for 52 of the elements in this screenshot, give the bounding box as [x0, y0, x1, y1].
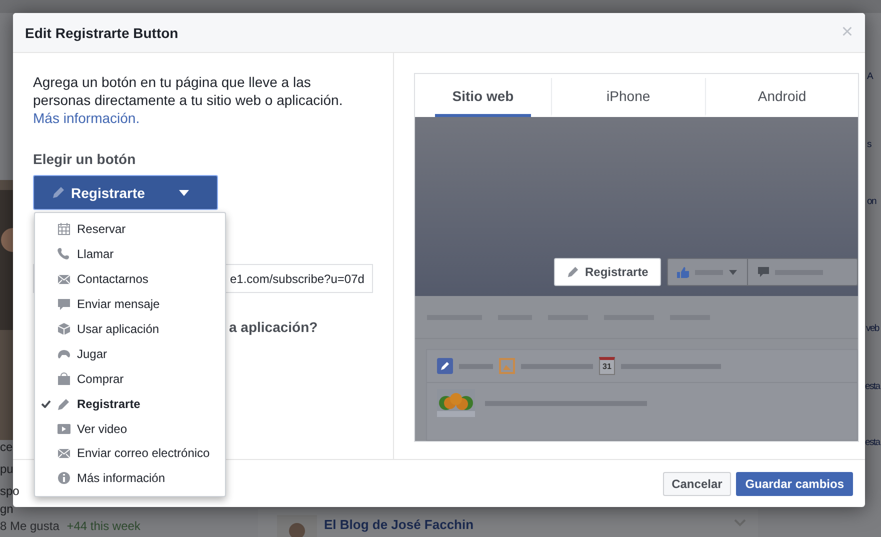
caret-icon [179, 190, 189, 196]
menu-item[interactable]: Ver video [35, 416, 225, 442]
bag-icon [57, 372, 71, 386]
menu-item[interactable]: Comprar [35, 366, 225, 392]
likes-count: 8 Me gusta [0, 519, 60, 533]
menu-item[interactable]: Jugar [35, 341, 225, 366]
background-text: s [867, 138, 871, 152]
check-icon [41, 400, 51, 408]
play-icon [57, 422, 71, 436]
chevron-icon[interactable] [734, 519, 746, 527]
caret-icon [729, 270, 738, 274]
speech-bubble-icon [758, 267, 770, 277]
question-text: a aplicación? [229, 319, 318, 335]
background-text: A [867, 70, 873, 84]
background-text: on [867, 195, 876, 209]
pencil-icon [567, 266, 579, 278]
menu-item[interactable]: Contactarnos [35, 266, 225, 292]
phone-icon [57, 247, 71, 262]
background-text: esta [865, 380, 880, 394]
save-button[interactable]: Guardar cambios [736, 472, 853, 496]
background-text: veb [866, 322, 879, 336]
thumbs-up-icon [677, 266, 690, 278]
menu-item[interactable]: Enviar correo electrónico [35, 441, 225, 466]
intro-text: Agrega un botón en tu página que lleve a las personas directamente a tu sitio web o aplicación. [33, 73, 344, 109]
speech-bubble-icon [57, 297, 71, 312]
section-label: Elegir un botón [33, 151, 137, 167]
pencil-icon [437, 358, 453, 374]
background-text: esta [865, 436, 880, 450]
pencil-icon [57, 396, 71, 411]
likes-change: +44 this week [66, 519, 140, 533]
cancel-button[interactable]: Cancelar [662, 472, 732, 496]
learn-more-link[interactable]: Más información. [33, 109, 140, 127]
date-number: 31 [602, 363, 612, 371]
menu-item[interactable]: Registrarte [35, 391, 225, 416]
envelope-icon [57, 446, 71, 460]
info-icon [57, 471, 71, 486]
preview-button[interactable]: Registrarte [554, 258, 662, 286]
dialog-title: Edit Registrarte Button [25, 24, 178, 40]
menu-item[interactable]: Más información [35, 466, 225, 491]
pencil-icon [52, 186, 65, 199]
menu-item[interactable]: Enviar mensaje [35, 292, 225, 317]
button-type-dropdown[interactable]: Registrarte [33, 175, 218, 210]
cube-icon [57, 322, 71, 336]
calendar-icon [57, 222, 71, 236]
menu-item[interactable]: Llamar [35, 242, 225, 267]
background-text: gn [0, 502, 14, 516]
photo-icon [499, 358, 515, 374]
menu-item[interactable]: Usar aplicación [35, 316, 225, 342]
envelope-icon [57, 272, 71, 286]
background-text: pu [0, 462, 14, 476]
background-text: ce [0, 440, 13, 454]
menu-item[interactable]: Reservar [35, 217, 225, 242]
